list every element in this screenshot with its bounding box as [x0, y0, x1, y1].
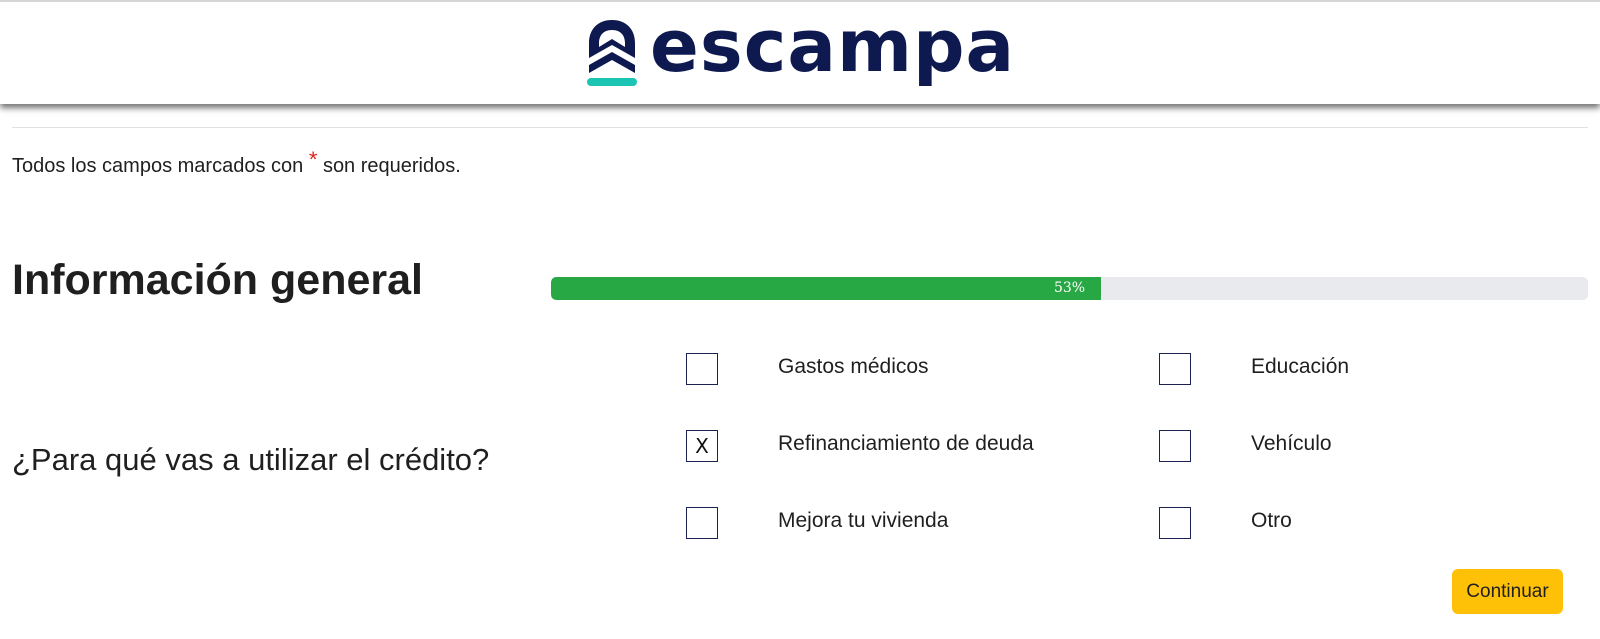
divider	[12, 127, 1588, 128]
checkbox-mejora-vivienda[interactable]	[686, 507, 718, 539]
option-label: Otro	[1251, 509, 1292, 532]
checkbox-gastos-medicos[interactable]	[686, 353, 718, 385]
progress-label: 53%	[1053, 280, 1086, 296]
required-note-text: Todos los campos marcados con	[12, 155, 304, 177]
option-label: Vehículo	[1251, 432, 1332, 455]
continue-button[interactable]: Continuar	[1452, 569, 1563, 614]
required-note-end: son requeridos.	[322, 155, 461, 177]
escampa-house-logo-icon	[587, 20, 637, 86]
checkbox-refinanciamiento[interactable]: X	[686, 430, 718, 462]
option-label: Educación	[1251, 355, 1350, 378]
checkbox-otro[interactable]	[1159, 507, 1191, 539]
required-fields-note: Todos los campos marcados con * son requ…	[12, 147, 461, 178]
option-label: Gastos médicos	[778, 355, 929, 378]
option-label: Mejora tu vivienda	[778, 509, 949, 532]
section-title: Información general	[12, 256, 423, 304]
progress-bar: 53%	[551, 277, 1588, 300]
escampa-logo[interactable]: escampa	[586, 4, 1016, 94]
required-asterisk: *	[308, 147, 318, 172]
logo-wordmark: escampa	[650, 4, 1016, 88]
option-label: Refinanciamiento de deuda	[778, 432, 1034, 455]
checkbox-educacion[interactable]	[1159, 353, 1191, 385]
checkbox-vehiculo[interactable]	[1159, 430, 1191, 462]
credit-purpose-question: ¿Para qué vas a utilizar el crédito?	[12, 442, 490, 477]
site-header: escampa	[0, 0, 1600, 104]
